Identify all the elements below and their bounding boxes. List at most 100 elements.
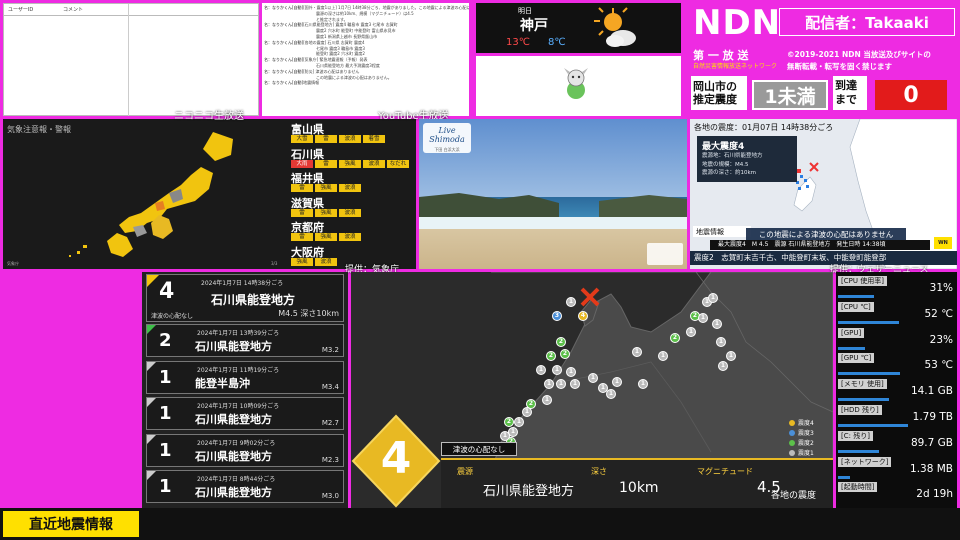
latest-quake-card: 4 2024年1月7日 14時38分ごろ 石川県能登地方 津波の心配なし M4.5 深さ… [146, 274, 344, 322]
intensity-marker: 1 [522, 407, 532, 417]
quake-intensity: 1 [159, 476, 172, 497]
quake-news-row: 震源地：石川県能登地方 [702, 153, 763, 159]
legend-label: 震度2 [798, 440, 814, 447]
intensity-marker: 1 [718, 361, 728, 371]
quake-magnitude: M2.7 [321, 419, 339, 427]
system-stat: [起動時間] 2d 19h [838, 481, 955, 506]
system-stat-bar [838, 449, 879, 453]
quake-news-row: 地震の規模：M4.5 [702, 161, 749, 168]
intensity-marker: 1 [500, 431, 510, 441]
system-stat-label: [CPU ℃] [838, 301, 874, 312]
system-stat-label: [CPU 使用率] [838, 276, 887, 286]
legend-swatch [789, 449, 795, 456]
system-stat: [C: 残り] 89.7 GB [838, 430, 955, 455]
intensity-marker: 2 [546, 351, 556, 361]
warning-tag: 波浪 [339, 135, 361, 143]
system-stat: [メモリ 使用] 14.1 GB [838, 378, 955, 403]
system-stat: [CPU ℃] 52 ℃ [838, 301, 955, 326]
quake-accent [147, 275, 159, 287]
streamer-badge: 配信者：Takaaki [779, 8, 955, 36]
intensity-marker: 1 [686, 327, 696, 337]
quake-date: 2024年1月7日 9時02分ごろ [197, 439, 276, 447]
log-lines: 名：なりかくん[自動][国外・震度1以上] 1月7日 14時38分ごろ、地震があ… [262, 3, 469, 86]
bottom-bar: 直近地震情報 [0, 508, 960, 540]
weather-high: 13℃ [506, 37, 530, 48]
system-stat-bar [838, 475, 850, 479]
legend-swatch [789, 419, 795, 426]
quake-magnitude: M3.4 [321, 382, 339, 391]
quake-news-info-label: 地震情報 [693, 226, 751, 237]
webcam-panel: Live Shimoda 下田 白浜大浜 [419, 119, 687, 269]
warning-page: 3/3 [271, 261, 278, 266]
intensity-marker: 1 [712, 319, 722, 329]
quake-news-header: 各地の震度：01月07日 14時38分ごろ [694, 123, 834, 132]
intensity-marker: 1 [588, 373, 598, 383]
intensity-marker: 1 [632, 347, 642, 357]
system-stat-label: [起動時間] [838, 482, 878, 493]
quake-accent [147, 398, 156, 407]
log-panel[interactable]: 名：なりかくん[自動][国外・震度1以上] 1月7日 14時38分ごろ、地震があ… [262, 3, 469, 116]
system-stat-value: 31% [929, 282, 953, 294]
intensity-marker: 1 [698, 313, 708, 323]
quake-intensity: 2 [159, 330, 172, 351]
intensity-marker: 1 [612, 377, 622, 387]
quake-date: 2024年1月7日 10時09分ごろ [197, 403, 280, 410]
legend-swatch [789, 439, 795, 446]
intensity-marker: 1 [658, 351, 668, 361]
comment-header: ユーザーID コメント [4, 4, 258, 16]
warning-tag: なだれ [387, 159, 409, 168]
copyright-text: ©2019-2021 NDN 当放送及びサイトの [787, 50, 931, 59]
comment-panel[interactable]: ユーザーID コメント [3, 3, 259, 116]
log-text: [石川県能登地方] 震度4 輪島市 震度3 七尾市 志賀町 [303, 22, 398, 28]
legend-swatch [789, 429, 795, 436]
intensity-marker: 2 [556, 337, 566, 347]
warning-tag: 波浪 [315, 257, 337, 266]
wn-logo-icon: WN [934, 237, 952, 249]
legend-item: 震度2 [789, 438, 814, 447]
epicenter-map-panel: 43122211111112111221111111212111111112 震… [351, 272, 833, 508]
system-stat-label: [ネットワーク] [838, 456, 892, 467]
intensity-marker: 3 [552, 311, 562, 321]
quake-accent [147, 471, 156, 480]
sun-cloud-icon [594, 7, 636, 47]
notice-text: 無断転載・転写を固く禁じます [787, 62, 892, 71]
quake-accent [147, 325, 156, 334]
intensity-marker: 1 [638, 379, 648, 389]
system-stat-bar [838, 346, 865, 350]
epicenter-label: 震源 [457, 467, 473, 476]
quake-place: 石川県能登地方 [211, 293, 296, 307]
log-text: と推定されます。 [264, 16, 348, 22]
arrival-label: 到達まで [833, 76, 867, 110]
system-stat-label: [C: 残り] [838, 430, 873, 441]
quake-magnitude: M4.5 深さ10km [278, 309, 339, 318]
legend-item: 震度3 [789, 428, 814, 437]
arrival-countdown: 0 [875, 80, 947, 110]
log-text: 震度2 穴水町 能登町 中能登町 富山県氷見市 [264, 28, 396, 34]
warning-tag: 強風 [291, 257, 313, 266]
broadcast-subtitle: 自然災害情報放送ネットワーク [693, 63, 778, 70]
intensity-marker: 1 [552, 365, 562, 375]
system-stat-value: 23% [929, 333, 953, 346]
legend-label: 震度1 [798, 450, 814, 457]
comment-col-user: ユーザーID [8, 7, 34, 13]
system-stat-bar [838, 372, 900, 376]
legend-item: 震度4 [789, 418, 814, 427]
warning-tag: 大雨 [291, 159, 313, 168]
log-author: 名：なりかくん[自動] [264, 5, 304, 10]
system-stat-value: 2d 19h [916, 488, 953, 501]
warning-map-credit: 気象庁 [7, 261, 19, 266]
warning-tag: 雷 [291, 184, 313, 192]
niconico-label: ニコニコ生放送 [174, 111, 244, 122]
system-monitor: [CPU 使用率] 31% [CPU ℃] 52 ℃ [GPU] 23% [GPU ℃] 53… [836, 272, 957, 508]
system-stat: [ネットワーク] 1.38 MB [838, 456, 955, 481]
intensity-marker: 1 [726, 351, 736, 361]
log-author: 名：なりかくん[自動] [264, 39, 304, 45]
recent-quake-title: 直近地震情報 [3, 511, 139, 537]
intensity-marker: 1 [708, 293, 718, 303]
webcam-logo-text: Live Shimoda [429, 126, 465, 144]
legend-label: 震度4 [798, 420, 814, 427]
warning-tag: 波浪 [339, 208, 361, 217]
warning-tag: 波浪 [339, 233, 361, 241]
log-text: 地震情報 [303, 80, 320, 86]
log-text: 石川県能登地方 最大予測震度3程度 [264, 62, 380, 68]
